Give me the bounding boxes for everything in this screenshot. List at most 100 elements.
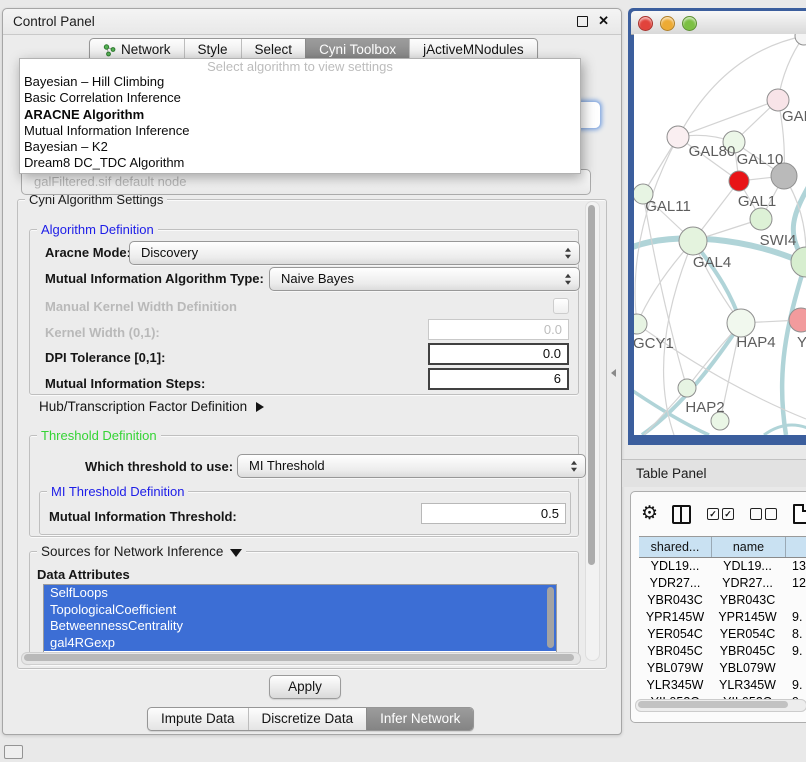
network-node[interactable] xyxy=(667,126,689,148)
algorithm-option[interactable]: ARACNE Algorithm xyxy=(20,107,580,123)
dpi-tolerance-field[interactable]: 0.0 xyxy=(428,343,569,365)
network-node[interactable] xyxy=(791,247,806,277)
table-cell: 13 xyxy=(784,558,806,575)
split-view-icon[interactable] xyxy=(672,505,691,524)
table-row[interactable]: YDR27...YDR27...12 xyxy=(639,575,806,592)
new-document-icon[interactable] xyxy=(793,504,806,524)
tab-impute-data[interactable]: Impute Data xyxy=(148,708,248,730)
node-label: GAL xyxy=(782,108,806,125)
network-node[interactable] xyxy=(795,34,806,45)
network-canvas[interactable]: GALGAL80GAL10GAL1SWI4GAL11GAL4GCY1HAP4YH… xyxy=(634,34,806,435)
table-cell: YBL079W xyxy=(711,660,784,677)
table-cell: YDR27... xyxy=(711,575,784,592)
column-header[interactable]: name xyxy=(712,537,786,557)
scrollbar-thumb[interactable] xyxy=(638,701,788,708)
network-node[interactable] xyxy=(678,379,696,397)
maximize-icon[interactable] xyxy=(577,16,588,27)
data-attributes-list[interactable]: SelfLoopsTopologicalCoefficientBetweenne… xyxy=(43,584,557,653)
network-edge xyxy=(643,194,687,388)
table-cell: YPR145W xyxy=(711,609,784,626)
algorithm-option[interactable]: Mutual Information Inference xyxy=(20,123,580,139)
attribute-item[interactable]: gal4RGexp xyxy=(44,635,556,652)
algorithm-option[interactable]: Bayesian – K2 xyxy=(20,139,580,155)
control-panel-window: Control Panel ✕ NetworkStyleSelectCyni T… xyxy=(2,8,622,735)
algorithm-option[interactable]: Dream8 DC_TDC Algorithm xyxy=(20,155,580,171)
desktop: { "titlebar": {"title": "Control Panel",… xyxy=(0,0,806,762)
table-cell: 9. xyxy=(784,677,806,694)
network-node[interactable] xyxy=(634,314,647,334)
settings-vertical-scrollbar[interactable] xyxy=(585,201,600,661)
table-cell: 9. xyxy=(784,609,806,626)
table-row[interactable]: YER054CYER054C8. xyxy=(639,626,806,643)
table-cell: YDR27... xyxy=(639,575,711,592)
settings-horizontal-scrollbar[interactable] xyxy=(21,652,581,665)
column-header[interactable] xyxy=(786,537,806,557)
table-cell: YER054C xyxy=(711,626,784,643)
checkbox-icon: ✓ xyxy=(707,508,719,520)
table-row[interactable]: YBL079WYBL079W xyxy=(639,660,806,677)
table-cell xyxy=(784,660,806,677)
table-cell: YPR145W xyxy=(639,609,711,626)
node-label: GAL11 xyxy=(645,198,691,215)
mi-steps-label: Mutual Information Steps: xyxy=(45,376,205,391)
attribute-item[interactable]: BetweennessCentrality xyxy=(44,618,556,635)
close-button[interactable] xyxy=(638,16,653,31)
mi-type-combobox[interactable]: Naive Bayes xyxy=(269,267,580,291)
table-cell: YDL19... xyxy=(639,558,711,575)
table-row[interactable]: YBR043CYBR043C xyxy=(639,592,806,609)
tab-discretize-data[interactable]: Discretize Data xyxy=(248,708,367,730)
node-label: GAL80 xyxy=(689,143,736,160)
minimize-button[interactable] xyxy=(660,16,675,31)
which-threshold-label: Which threshold to use: xyxy=(85,459,233,474)
hub-definition-expander[interactable]: Hub/Transcription Factor Definition xyxy=(39,399,264,414)
table-row[interactable]: YLR345WYLR345W9. xyxy=(639,677,806,694)
algorithm-option[interactable]: Bayesian – Hill Climbing xyxy=(20,74,580,90)
algorithm-option[interactable]: Basic Correlation Inference xyxy=(20,90,580,106)
scrollbar-thumb[interactable] xyxy=(588,205,595,565)
sources-title[interactable]: Sources for Network Inference xyxy=(37,544,246,559)
control-panel-titlebar: Control Panel ✕ xyxy=(3,9,621,35)
zoom-button[interactable] xyxy=(682,16,697,31)
table-cell: YLR345W xyxy=(711,677,784,694)
stepper-arrows-icon xyxy=(565,274,571,285)
which-threshold-combobox[interactable]: MI Threshold xyxy=(237,454,586,478)
hub-definition-label: Hub/Transcription Factor Definition xyxy=(39,399,247,414)
table-panel-header: Table Panel xyxy=(622,459,806,487)
manual-kernel-checkbox[interactable] xyxy=(553,298,569,314)
table-horizontal-scrollbar[interactable] xyxy=(635,699,806,712)
kernel-width-field[interactable]: 0.0 xyxy=(428,319,569,340)
collapsed-panel-icon[interactable] xyxy=(4,745,23,759)
list-scrollbar-thumb[interactable] xyxy=(547,587,554,648)
apply-button[interactable]: Apply xyxy=(269,675,341,699)
table-row[interactable]: YPR145WYPR145W9. xyxy=(639,609,806,626)
scrollbar-thumb[interactable] xyxy=(24,654,574,661)
table-data-combobox-value: galFiltered.sif default node xyxy=(34,174,186,189)
mi-steps-field[interactable]: 6 xyxy=(428,368,569,390)
tab-infer-network[interactable]: Infer Network xyxy=(366,708,473,730)
network-node[interactable] xyxy=(727,309,755,337)
network-node[interactable] xyxy=(729,171,749,191)
gear-icon[interactable]: ⚙ xyxy=(641,504,658,524)
table-row[interactable]: YBR045CYBR045C9. xyxy=(639,643,806,660)
manual-kernel-label: Manual Kernel Width Definition xyxy=(45,299,237,314)
aracne-mode-combobox[interactable]: Discovery xyxy=(129,241,580,265)
splitter-collapse-arrow-icon[interactable] xyxy=(611,369,616,377)
network-node[interactable] xyxy=(679,227,707,255)
column-header[interactable]: shared... xyxy=(639,537,712,557)
window-title: Control Panel xyxy=(13,14,95,29)
checkbox-icon xyxy=(750,508,762,520)
mi-threshold-field[interactable]: 0.5 xyxy=(421,503,566,524)
close-icon[interactable]: ✕ xyxy=(598,13,609,29)
attribute-item[interactable]: SelfLoops xyxy=(44,585,556,602)
attribute-item[interactable]: TopologicalCoefficient xyxy=(44,602,556,619)
table-cell: YBR043C xyxy=(639,592,711,609)
table-row[interactable]: YDL19...YDL19...13 xyxy=(639,558,806,575)
deselect-all-icon[interactable] xyxy=(750,508,777,520)
network-graph: GALGAL80GAL10GAL1SWI4GAL11GAL4GCY1HAP4YH… xyxy=(634,34,806,435)
select-all-icon[interactable]: ✓✓ xyxy=(707,508,734,520)
table-panel-window: ⚙✓✓ shared...name YDL19...YDL19...13YDR2… xyxy=(630,491,806,723)
expanded-arrow-icon xyxy=(230,549,242,557)
node-label: SWI4 xyxy=(760,232,797,249)
network-icon xyxy=(103,44,116,57)
network-node[interactable] xyxy=(750,208,772,230)
